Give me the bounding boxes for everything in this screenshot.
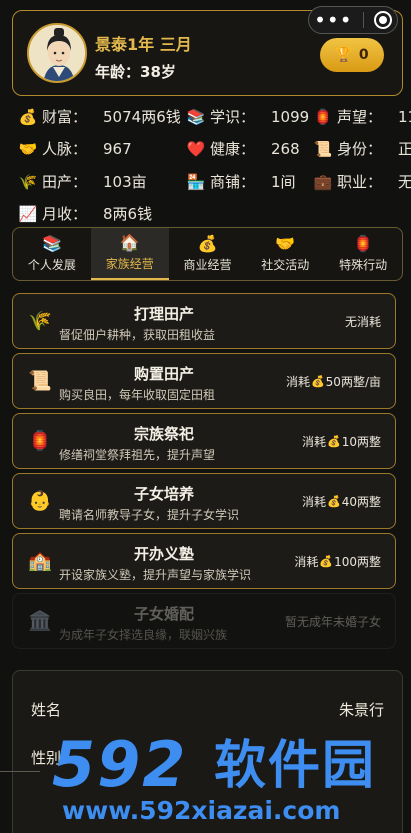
info-row-name: 姓名 朱景行	[31, 699, 384, 720]
more-menu-icon[interactable]: •••	[314, 10, 352, 30]
tab-personal-development[interactable]: 📚 个人发展	[13, 228, 91, 280]
action-title: 子女培养	[133, 485, 194, 503]
action-ancestral-worship[interactable]: 🏮 宗族祭祀 修缮祠堂祭拜祖先，提升声望 消耗 💰 10两整	[12, 413, 396, 469]
action-description: 修缮祠堂祭拜祖先，提升声望	[59, 448, 216, 462]
action-title: 打理田产	[133, 305, 194, 323]
action-title: 子女婚配	[133, 605, 194, 623]
tab-special-actions[interactable]: 🏮 特殊行动	[324, 228, 402, 280]
lantern-icon: 🏮	[313, 107, 333, 126]
close-miniprogram-icon[interactable]	[373, 11, 392, 29]
action-manage-farmland[interactable]: 🌾 打理田产 督促佃户耕种，获取田租收益 无消耗	[12, 293, 396, 349]
stat-farmland: 🌾 田产： 103亩	[18, 172, 147, 192]
baby-icon: 👶	[28, 490, 52, 512]
action-cost: 消耗 💰 50两整/亩	[285, 375, 381, 389]
action-cost: 消耗 💰 10两整	[302, 435, 381, 449]
action-description: 开设家族义塾，提升声望与家族学识	[59, 568, 252, 582]
action-description: 督促佃户耕种，获取田租收益	[59, 328, 216, 342]
house-icon: 🏠	[119, 233, 140, 252]
money-bag-icon: 💰	[197, 234, 218, 253]
tab-business-management[interactable]: 💰 商业经营	[169, 228, 247, 280]
stat-shops: 🏪 商铺： 1间	[186, 172, 296, 192]
action-buy-farmland[interactable]: 📜 购置田产 购买良田，每年收取固定田租 消耗 💰 50两整/亩	[12, 353, 396, 409]
watermark-url: www.592xiazai.com	[62, 796, 341, 825]
stat-wealth: 💰 财富： 5074两6钱	[18, 107, 181, 127]
achievements-button[interactable]: 🏆 0	[320, 38, 384, 72]
category-tabs: 📚 个人发展 🏠 家族经营 💰 商业经营 🤝 社交活动 🏮 特殊行动	[12, 227, 403, 281]
stat-connections: 🤝 人脉： 967	[18, 139, 132, 159]
temple-icon: 🏛️	[28, 610, 52, 632]
action-cost: 暂无成年未婚子女	[284, 615, 381, 629]
action-arrange-marriage: 🏛️ 子女婚配 为成年子女择选良缘，联姻兴族 暂无成年未婚子女	[12, 593, 396, 649]
handshake-icon: 🤝	[18, 139, 38, 158]
handshake-icon: 🤝	[275, 234, 296, 253]
bottom-divider	[0, 771, 40, 833]
lantern-icon: 🏮	[353, 234, 374, 253]
tab-family-management[interactable]: 🏠 家族经营	[90, 228, 169, 280]
stat-reputation: 🏮 声望：11	[313, 107, 411, 127]
heart-icon: ❤️	[186, 139, 206, 158]
books-icon: 📚	[186, 107, 206, 126]
character-avatar[interactable]	[27, 23, 87, 83]
stat-health: ❤️ 健康： 268	[186, 139, 300, 159]
game-date: 景泰1年 三月	[95, 35, 192, 54]
tab-social-activities[interactable]: 🤝 社交活动	[246, 228, 324, 280]
school-icon: 🏫	[28, 550, 52, 572]
trophy-count: 0	[358, 47, 369, 63]
books-icon: 📚	[41, 234, 62, 253]
trophy-icon: 🏆	[335, 47, 353, 63]
action-title: 购置田产	[133, 365, 194, 383]
watermark-digits: 592	[52, 728, 188, 801]
money-bag-icon: 💰	[327, 435, 341, 448]
action-description: 为成年子女择选良缘，联姻兴族	[59, 628, 228, 642]
money-bag-icon: 💰	[18, 107, 38, 126]
chart-up-icon: 📈	[18, 204, 38, 223]
rice-icon: 🌾	[28, 310, 52, 332]
action-cost: 消耗 💰 100两整	[294, 555, 381, 569]
stat-status: 📜 身份：正七	[313, 139, 411, 159]
money-bag-icon: 💰	[310, 375, 325, 388]
action-cost: 无消耗	[344, 315, 381, 329]
scroll-icon: 📜	[28, 370, 52, 392]
action-open-school[interactable]: 🏫 开办义塾 开设家族义塾，提升声望与家族学识 消耗 💰 100两整	[12, 533, 396, 589]
action-title: 宗族祭祀	[133, 425, 194, 443]
stat-occupation: 💼 职业：无为	[313, 172, 411, 192]
money-bag-icon: 💰	[327, 495, 341, 508]
name-label: 姓名	[31, 701, 62, 719]
character-age: 年龄：38岁	[95, 63, 176, 81]
action-description: 购买良田，每年收取固定田租	[59, 388, 216, 402]
stat-monthly-income: 📈 月收： 8两6钱	[18, 204, 153, 224]
rice-icon: 🌾	[18, 172, 38, 191]
action-raise-children[interactable]: 👶 子女培养 聘请名师教导子女，提升子女学识 消耗 💰 40两整	[12, 473, 396, 529]
money-bag-icon: 💰	[319, 555, 334, 568]
briefcase-icon: 💼	[313, 172, 333, 191]
action-title: 开办义塾	[133, 545, 194, 563]
action-description: 聘请名师教导子女，提升子女学识	[59, 508, 240, 522]
action-cost: 消耗 💰 40两整	[302, 495, 381, 509]
lantern-icon: 🏮	[28, 430, 52, 452]
watermark-text: 软件园	[214, 736, 377, 796]
stat-knowledge: 📚 学识： 1099	[186, 107, 310, 127]
scroll-icon: 📜	[313, 139, 333, 158]
miniprogram-capsule: •••	[308, 6, 398, 34]
shop-icon: 🏪	[186, 172, 206, 191]
name-value: 朱景行	[338, 701, 384, 719]
capsule-divider	[362, 12, 364, 28]
